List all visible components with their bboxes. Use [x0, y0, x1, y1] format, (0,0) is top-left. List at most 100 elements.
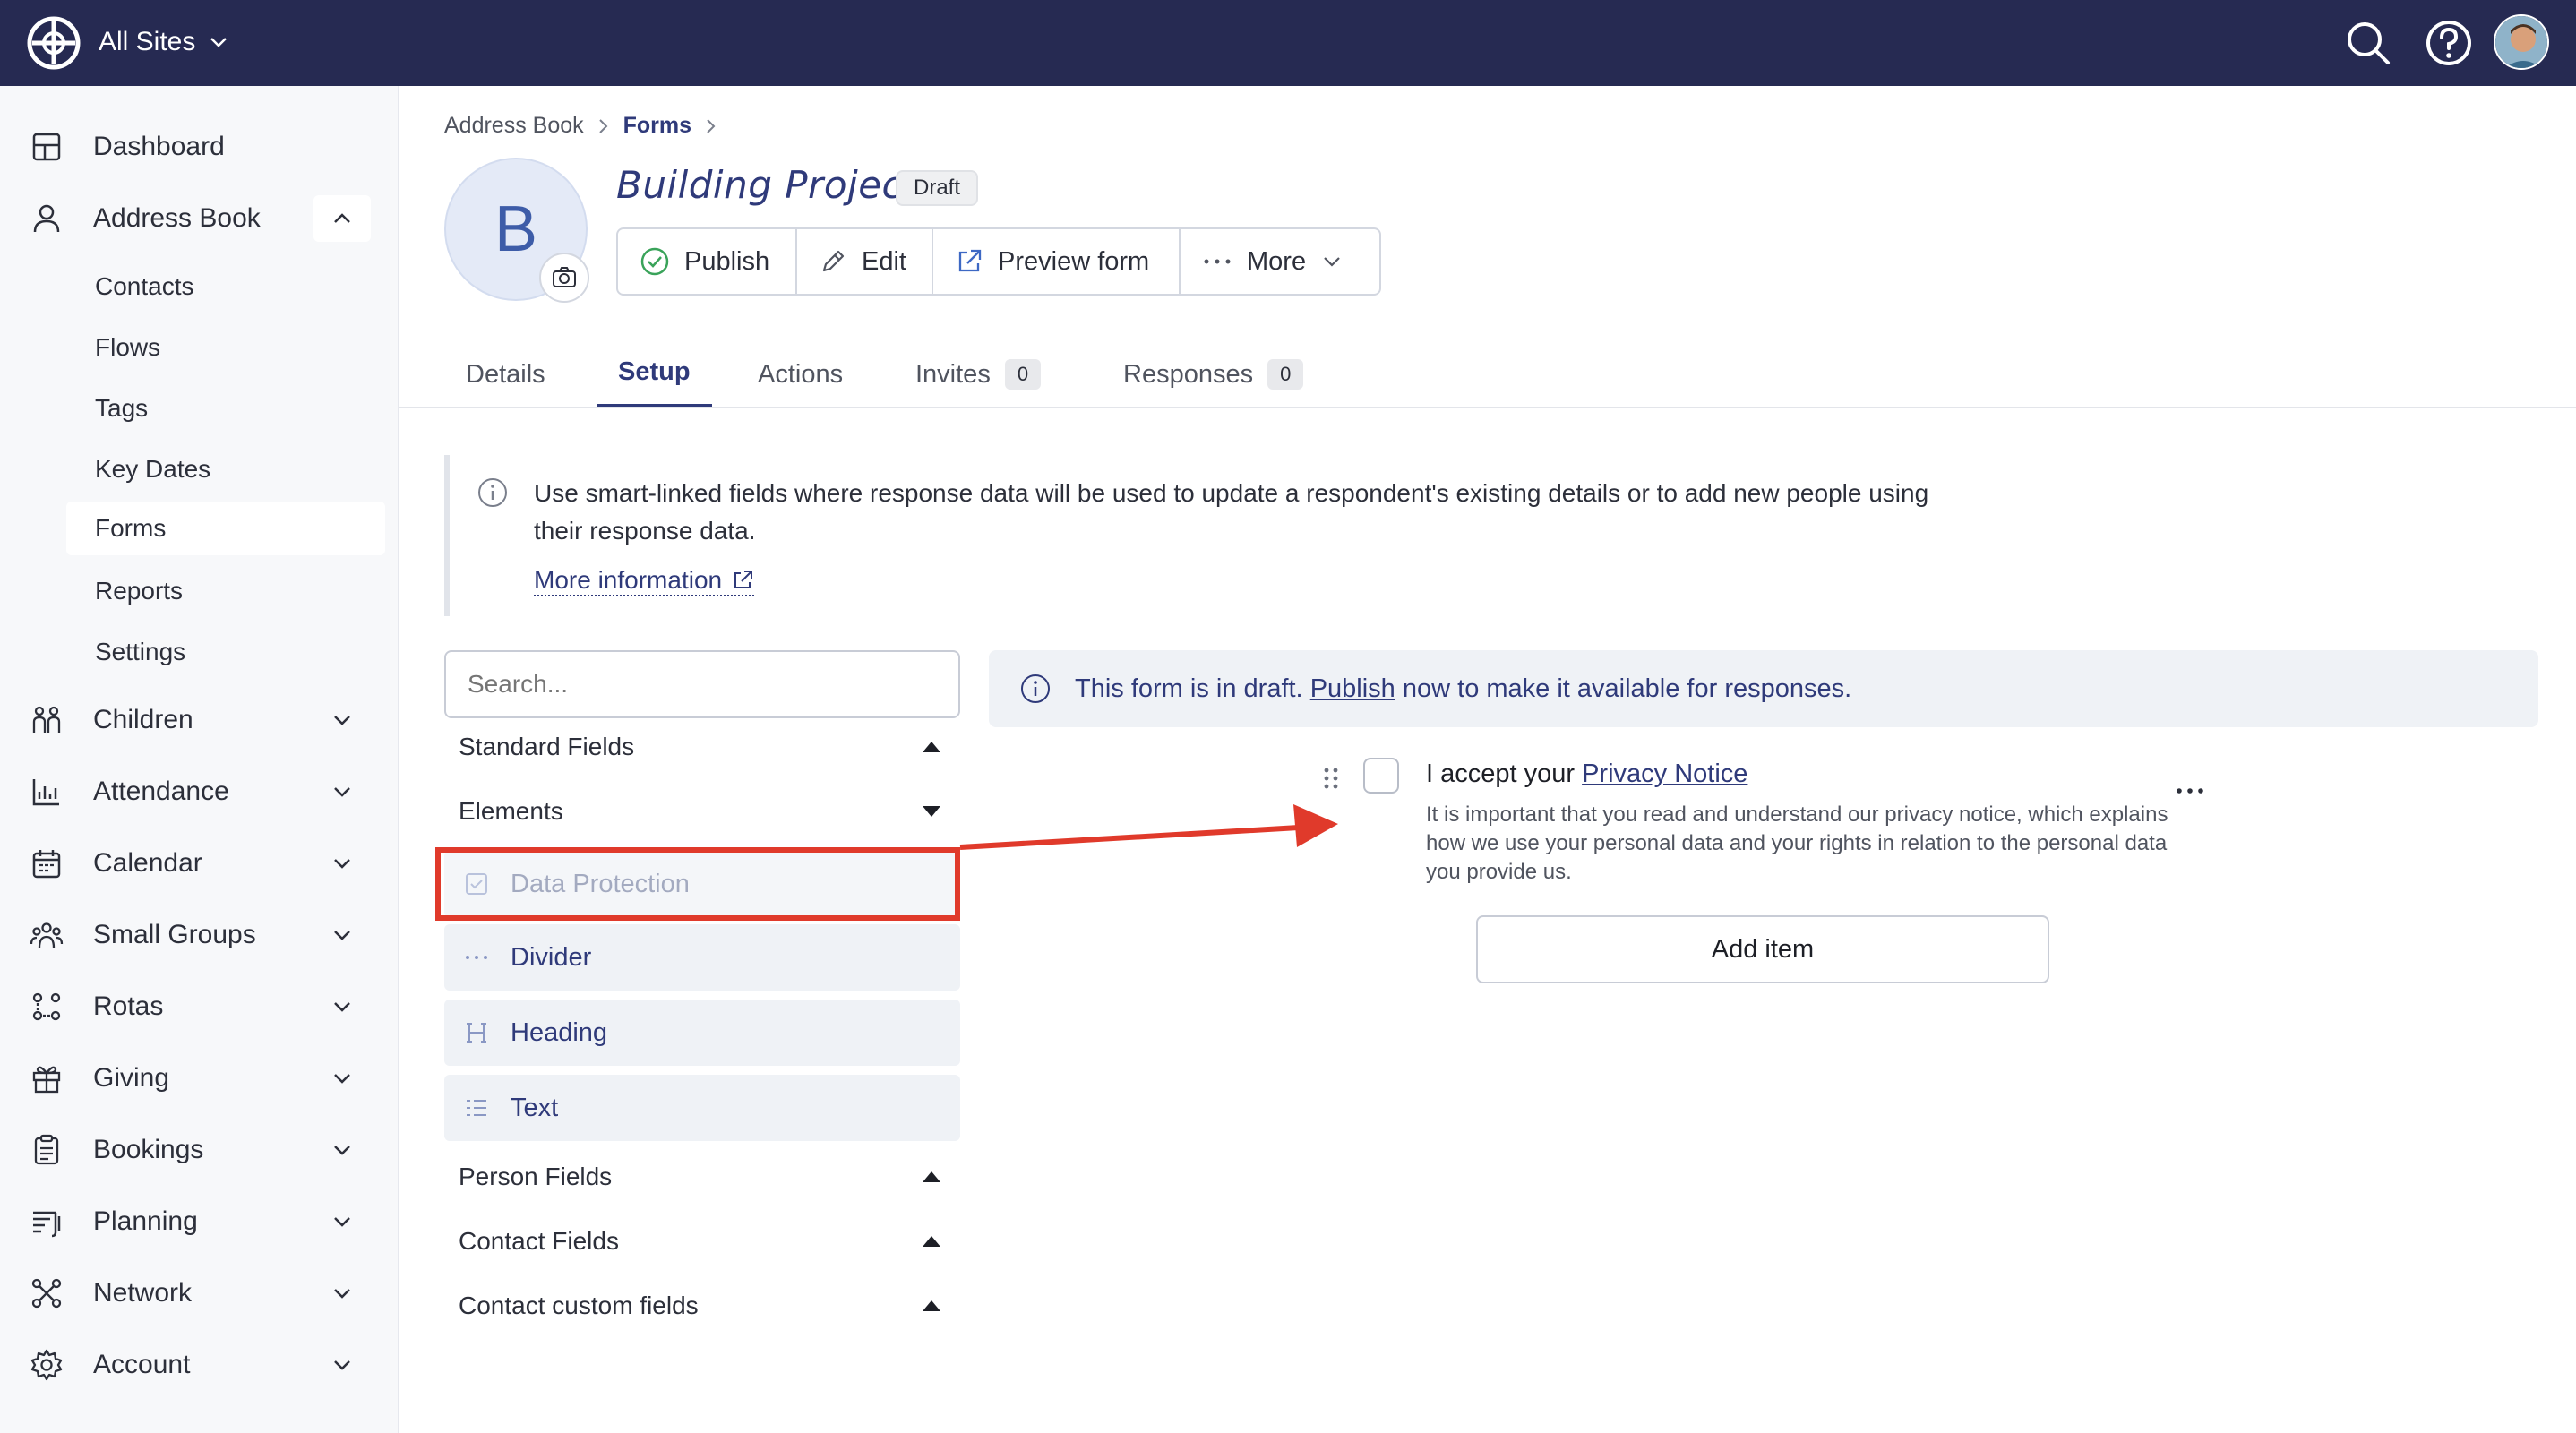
help-icon[interactable] [2422, 16, 2476, 70]
edit-label: Edit [862, 246, 906, 276]
field-options-button[interactable] [2175, 768, 2205, 803]
element-heading[interactable]: Heading [444, 1000, 960, 1066]
preview-form-button[interactable]: Preview form [933, 229, 1181, 294]
contact-fields-label: Contact Fields [459, 1227, 619, 1255]
top-bar: All Sites [0, 0, 2576, 86]
preview-form-label: Preview form [998, 246, 1150, 276]
standard-fields-group[interactable]: Standard Fields [444, 720, 960, 774]
tab-details[interactable]: Details [444, 340, 567, 408]
elements-label: Elements [459, 797, 563, 825]
sidebar-item-address-book[interactable]: Address Book [0, 190, 399, 247]
sidebar-item-bookings[interactable]: Bookings [0, 1121, 399, 1179]
data-protection-field: I accept your Privacy Notice It is impor… [1320, 756, 2216, 899]
tab-invites-label: Invites [915, 359, 991, 389]
breadcrumb-address-book[interactable]: Address Book [444, 113, 584, 139]
chevron-down-icon [334, 931, 350, 940]
chevron-right-icon [707, 118, 716, 133]
tab-actions[interactable]: Actions [736, 340, 864, 408]
responses-count-badge: 0 [1267, 359, 1304, 390]
sidebar-item-dashboard[interactable]: Dashboard [0, 118, 399, 176]
tab-setup[interactable]: Setup [597, 340, 712, 408]
contact-fields-group[interactable]: Contact Fields [444, 1214, 960, 1268]
drag-handle-icon[interactable] [1320, 765, 1342, 792]
chevron-down-icon [334, 1360, 350, 1370]
info-icon [1021, 674, 1050, 703]
elements-group[interactable]: Elements [444, 785, 960, 838]
sidebar-subitem-key-dates[interactable]: Key Dates [66, 442, 385, 496]
sidebar-item-label: Giving [93, 1063, 170, 1093]
network-icon [31, 1278, 62, 1309]
element-text[interactable]: Text [444, 1075, 960, 1141]
sidebar-item-calendar[interactable]: Calendar [0, 835, 399, 892]
privacy-notice-link[interactable]: Privacy Notice [1582, 759, 1747, 788]
planning-icon [33, 1211, 61, 1238]
chart-icon [32, 779, 59, 806]
add-item-button[interactable]: Add item [1476, 915, 2049, 983]
sidebar-subitem-reports[interactable]: Reports [66, 564, 385, 618]
sidebar-subitem-tags[interactable]: Tags [66, 382, 385, 435]
app-logo-icon[interactable] [27, 16, 81, 70]
caret-down-icon [923, 806, 940, 817]
sidebar-subitem-flows[interactable]: Flows [66, 321, 385, 374]
sidebar-item-small-groups[interactable]: Small Groups [0, 906, 399, 964]
contact-custom-fields-group[interactable]: Contact custom fields [444, 1279, 960, 1333]
more-label: More [1247, 246, 1307, 276]
chevron-down-icon [1324, 257, 1340, 267]
consent-checkbox[interactable] [1363, 758, 1399, 794]
element-label: Divider [511, 942, 592, 972]
caret-up-icon [923, 742, 940, 752]
site-switcher[interactable]: All Sites [99, 27, 229, 57]
collapse-button[interactable] [313, 195, 371, 242]
smart-fields-info: Use smart-linked fields where response d… [444, 455, 2535, 616]
sidebar-subitem-settings[interactable]: Settings [66, 625, 385, 679]
element-label: Text [511, 1093, 559, 1122]
sidebar-item-children[interactable]: Children [0, 691, 399, 749]
more-information-label: More information [534, 566, 723, 594]
chevron-right-icon [598, 118, 608, 133]
sidebar-item-network[interactable]: Network [0, 1265, 399, 1322]
change-image-button[interactable] [539, 253, 589, 303]
consent-description: It is important that you read and unders… [1426, 802, 2168, 884]
chevron-up-icon [334, 213, 350, 223]
page-title: Building Project [616, 163, 919, 207]
site-switcher-label: All Sites [99, 27, 196, 56]
external-link-icon [734, 571, 753, 588]
search-icon[interactable] [2341, 16, 2395, 70]
sidebar-item-planning[interactable]: Planning [0, 1193, 399, 1250]
sidebar-item-giving[interactable]: Giving [0, 1050, 399, 1107]
camera-icon [553, 267, 576, 287]
sidebar-subitem-contacts[interactable]: Contacts [66, 260, 385, 313]
tab-divider [399, 407, 2576, 408]
check-circle-icon [640, 247, 669, 276]
caret-up-icon [923, 1171, 940, 1182]
draft-notice: This form is in draft. Publish now to ma… [989, 650, 2538, 727]
person-fields-label: Person Fields [459, 1163, 613, 1190]
divider-icon [462, 943, 491, 972]
more-button[interactable]: More [1181, 229, 1379, 294]
draft-notice-after: now to make it available for responses. [1402, 674, 1852, 703]
highlight-annotation [435, 847, 960, 921]
sidebar-subitem-forms[interactable]: Forms [66, 502, 385, 555]
calendar-icon [32, 850, 61, 879]
publish-button[interactable]: Publish [618, 229, 797, 294]
more-information-link[interactable]: More information [534, 566, 755, 596]
field-search-input[interactable] [444, 650, 960, 718]
sidebar-item-label: Network [93, 1278, 193, 1308]
user-avatar-image [2495, 16, 2547, 68]
publish-link[interactable]: Publish [1310, 674, 1395, 703]
sidebar-item-account[interactable]: Account [0, 1336, 399, 1394]
breadcrumb-forms[interactable]: Forms [623, 113, 691, 139]
text-lines-icon [462, 1094, 491, 1122]
person-fields-group[interactable]: Person Fields [444, 1150, 960, 1204]
element-divider[interactable]: Divider [444, 924, 960, 991]
sidebar-item-rotas[interactable]: Rotas [0, 978, 399, 1035]
tab-responses[interactable]: Responses 0 [1102, 340, 1325, 408]
sidebar-item-attendance[interactable]: Attendance [0, 763, 399, 820]
edit-button[interactable]: Edit [797, 229, 933, 294]
more-dots-icon [2177, 788, 2203, 794]
invites-count-badge: 0 [1004, 359, 1042, 390]
user-avatar[interactable] [2494, 14, 2549, 70]
sidebar: Dashboard Address Book Contacts Flows Ta… [0, 86, 399, 1433]
tab-invites[interactable]: Invites 0 [894, 340, 1062, 408]
sidebar-item-label: Calendar [93, 848, 202, 878]
